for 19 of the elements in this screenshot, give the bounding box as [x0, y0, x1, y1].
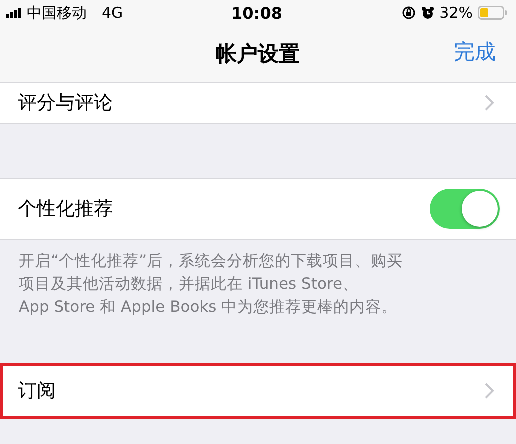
signal-icon — [6, 8, 22, 18]
done-button[interactable]: 完成 — [454, 38, 496, 66]
row-label: 个性化推荐 — [18, 197, 113, 222]
chevron-icon — [485, 95, 494, 111]
carrier-name: 中国移动 — [27, 4, 87, 22]
nav-title: 帐户设置 — [216, 41, 300, 68]
chevron-icon — [485, 383, 494, 399]
settings-row[interactable]: 订阅 — [0, 363, 516, 419]
row-label: 评分与评论 — [18, 91, 113, 116]
alarm-icon — [420, 6, 435, 20]
settings-row[interactable]: 评分与评论 — [0, 83, 516, 124]
toggle-switch[interactable] — [430, 189, 500, 229]
section-footer: 开启“个性化推荐”后，系统会分析您的下载项目、购买 项目及其他活动数据，并据此在 iTunes Store、 App Store 和 Apple Books 中为您推荐更棒的内容。 — [0, 240, 516, 350]
row-label: 订阅 — [18, 379, 56, 404]
battery-percent: 32% — [440, 4, 473, 22]
network-type: 4G — [102, 4, 124, 22]
battery-icon — [478, 6, 508, 20]
status-time: 10:08 — [232, 4, 282, 22]
rotation-lock-icon — [402, 6, 416, 20]
